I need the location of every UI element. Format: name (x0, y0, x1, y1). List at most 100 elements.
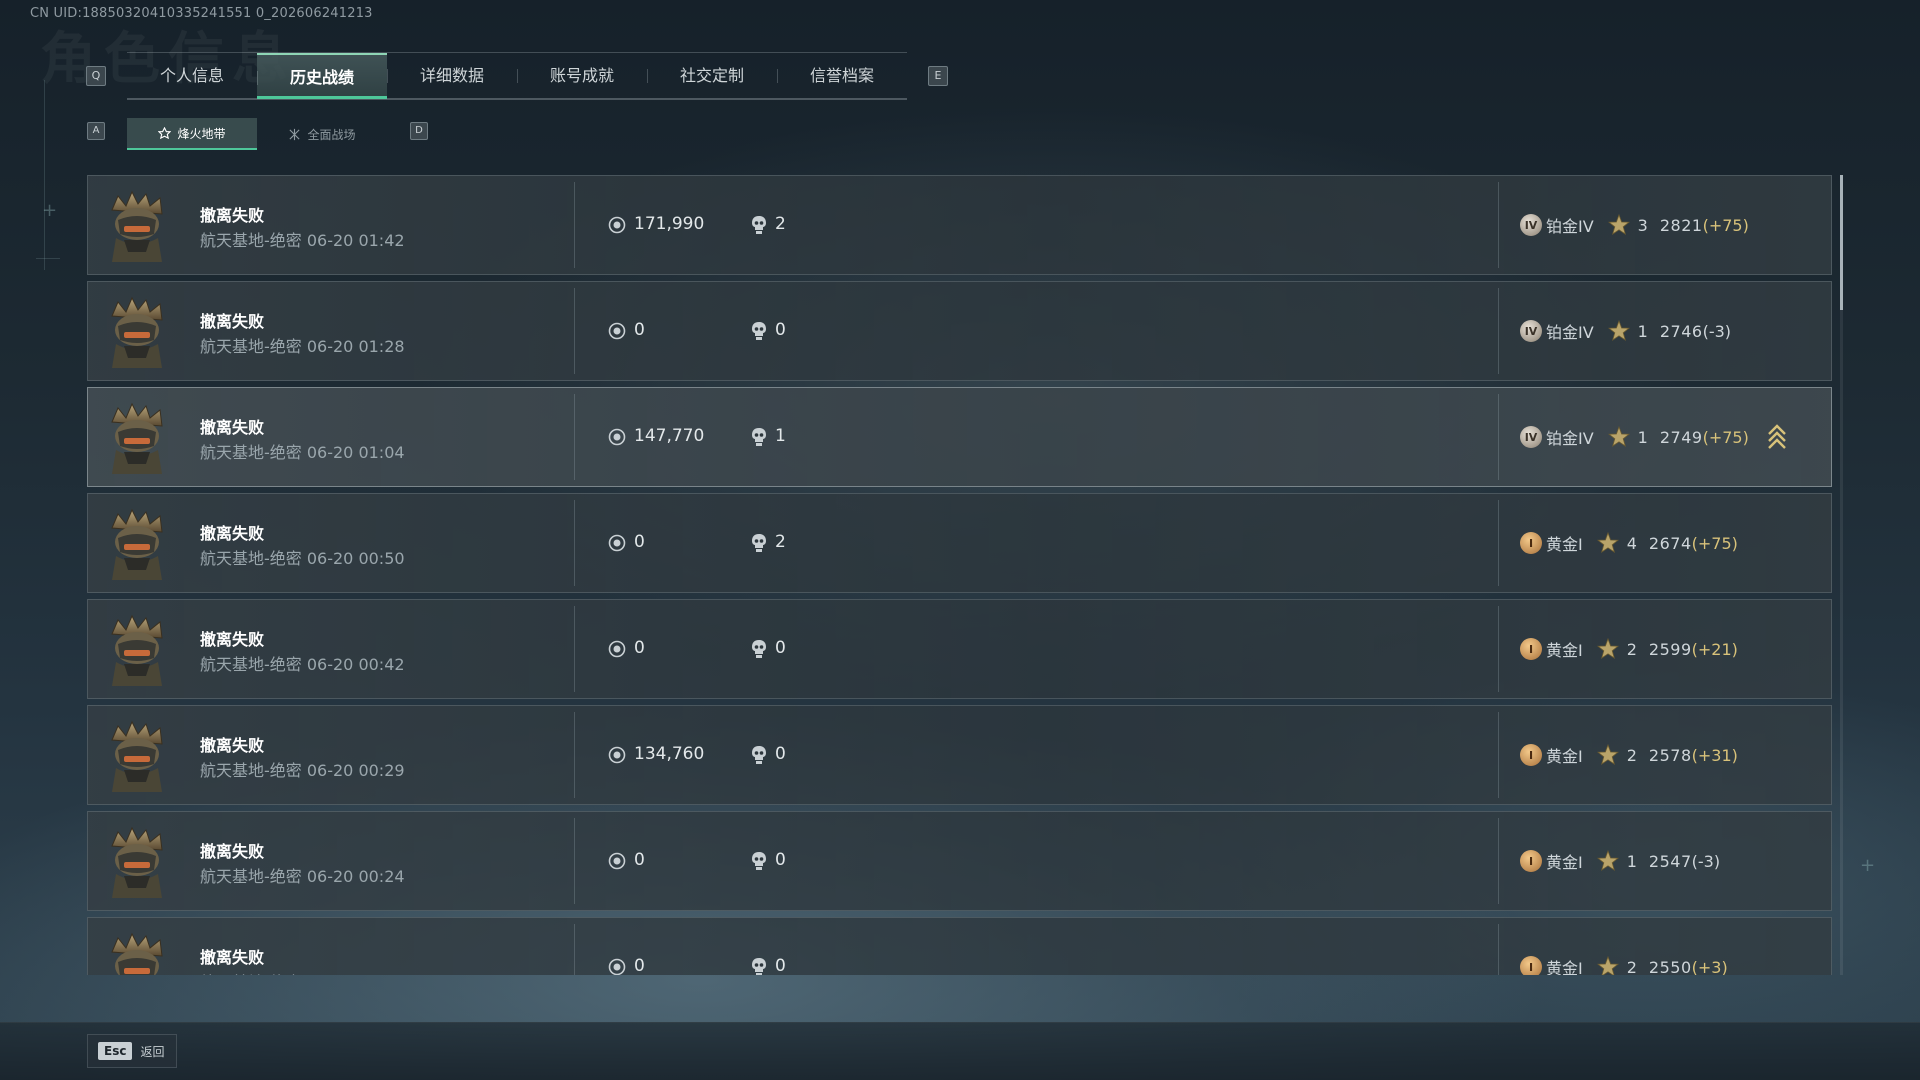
loot-value: 171,990 (634, 214, 705, 234)
rank-info: I 黄金I 2 2550 (+3) (1520, 954, 1728, 975)
subtab-prev-key[interactable]: A (87, 122, 105, 140)
subtab-next-key[interactable]: D (410, 122, 428, 140)
rank-score: 2674 (1648, 533, 1692, 553)
row-divider (1498, 818, 1499, 904)
kill-skull-icon (752, 322, 766, 340)
rank-score: 2749 (1659, 427, 1703, 447)
operator-avatar-icon (111, 826, 163, 898)
mode-subtabs: 烽火地带 全面战场 (127, 118, 387, 150)
deco-plus: + (1860, 855, 1876, 876)
star-icon (1596, 744, 1619, 765)
tab-prev-key[interactable]: Q (86, 66, 106, 86)
match-record-row[interactable]: 撤离失败 航天基地-绝密 06-20 00:42 0 0 I 黄金I 2 259… (87, 599, 1832, 699)
rank-info: I 黄金I 2 2578 (+31) (1520, 742, 1738, 768)
rank-score: 2821 (1659, 215, 1703, 235)
extract-status: 撤离失败 (200, 630, 265, 649)
kill-count: 2 (775, 214, 786, 234)
star-count: 2 (1626, 745, 1637, 765)
map-and-time: 航天基地-绝密 06-20 00:42 (200, 655, 405, 674)
tab-match-history[interactable]: 历史战绩 (257, 53, 387, 99)
rank-info: I 黄金I 1 2547 (-3) (1520, 848, 1720, 874)
rank-name: 铂金IV (1546, 217, 1594, 236)
bottom-bar (0, 1022, 1920, 1080)
kill-count: 2 (775, 532, 786, 552)
row-divider (1498, 182, 1499, 268)
match-record-row[interactable]: 撤离失败 航天基地-绝密 06-19 23:40 0 0 I 黄金I 2 (87, 917, 1832, 975)
extract-status: 撤离失败 (200, 948, 265, 967)
loot-value: 0 (634, 532, 645, 552)
map-and-time: 航天基地-绝密 06-20 00:24 (200, 867, 405, 886)
row-divider (1498, 712, 1499, 798)
operator-avatar-icon (111, 932, 163, 975)
tab-label: 历史战绩 (289, 68, 354, 87)
rank-info: I 黄金I 2 2599 (+21) (1520, 636, 1738, 662)
match-record-row[interactable]: 撤离失败 航天基地-绝密 06-20 00:50 0 2 I 黄金I 4 267… (87, 493, 1832, 593)
row-divider (1498, 606, 1499, 692)
tab-label: 信誉档案 (809, 66, 874, 85)
extract-status: 撤离失败 (200, 206, 265, 225)
tab-reputation[interactable]: 信誉档案 (777, 53, 907, 99)
map-and-time: 航天基地-绝密 06-20 01:42 (200, 231, 405, 250)
loot-value: 134,760 (634, 744, 705, 764)
score-delta: (+21) (1691, 639, 1738, 659)
operator-avatar-icon (111, 614, 163, 686)
rank-info: IV 铂金IV 1 2746 (-3) (1520, 318, 1731, 344)
map-and-time: 航天基地-绝密 06-20 01:04 (200, 443, 405, 462)
rank-info: IV 铂金IV 3 2821 (+75) (1520, 212, 1749, 238)
value-coin-icon (608, 216, 626, 234)
match-history-list[interactable]: 撤离失败 航天基地-绝密 06-20 01:42 171,990 2 IV 铂金… (87, 175, 1832, 975)
rank-name: 黄金I (1546, 641, 1583, 660)
tab-next-key[interactable]: E (928, 66, 948, 86)
tab-personal-info[interactable]: 个人信息 (127, 53, 257, 99)
rank-badge-icon: I (1520, 638, 1542, 660)
match-record-row[interactable]: 撤离失败 航天基地-绝密 06-20 01:04 147,770 1 IV 铂金… (87, 387, 1832, 487)
deco-line (44, 80, 45, 270)
deco-plus: + (42, 200, 58, 221)
extract-status: 撤离失败 (200, 524, 265, 543)
kill-count: 0 (775, 744, 786, 764)
rank-badge-icon: I (1520, 850, 1542, 872)
rank-info: I 黄金I 4 2674 (+75) (1520, 530, 1738, 556)
subtab-label: 烽火地带 (177, 126, 226, 141)
rank-up-chevron-icon (1767, 424, 1786, 449)
loot-value: 0 (634, 850, 645, 870)
score-delta: (+75) (1691, 533, 1738, 553)
match-record-row[interactable]: 撤离失败 航天基地-绝密 06-20 00:29 134,760 0 I 黄金I… (87, 705, 1832, 805)
subtab-battlefield[interactable]: 全面战场 (257, 118, 387, 150)
match-record-row[interactable]: 撤离失败 航天基地-绝密 06-20 00:24 0 0 I 黄金I 1 254… (87, 811, 1832, 911)
rank-badge-icon: IV (1520, 320, 1542, 342)
score-delta: (+75) (1702, 427, 1749, 447)
kill-count: 0 (775, 850, 786, 870)
row-divider (574, 500, 575, 586)
star-icon (1607, 320, 1630, 341)
rank-badge-icon: IV (1520, 426, 1542, 448)
match-record-row[interactable]: 撤离失败 航天基地-绝密 06-20 01:28 0 0 IV 铂金IV 1 2… (87, 281, 1832, 381)
tab-social[interactable]: 社交定制 (647, 53, 777, 99)
row-divider (1498, 394, 1499, 480)
back-button[interactable]: Esc 返回 (87, 1034, 178, 1068)
scrollbar-thumb[interactable] (1840, 175, 1843, 310)
battlefield-icon (289, 128, 301, 140)
row-divider (1498, 288, 1499, 374)
star-icon (1596, 638, 1619, 659)
tab-detailed-data[interactable]: 详细数据 (387, 53, 517, 99)
rank-score: 2550 (1648, 957, 1692, 976)
value-coin-icon (608, 852, 626, 870)
score-delta: (+3) (1691, 957, 1728, 976)
subtab-fire-zone[interactable]: 烽火地带 (127, 118, 257, 150)
row-divider (574, 712, 575, 798)
rank-score: 2578 (1648, 745, 1692, 765)
back-label: 返回 (140, 1044, 165, 1059)
score-delta: (+31) (1691, 745, 1738, 765)
kill-count: 0 (775, 956, 786, 975)
row-divider (574, 606, 575, 692)
star-count: 1 (1626, 851, 1637, 871)
match-record-row[interactable]: 撤离失败 航天基地-绝密 06-20 01:42 171,990 2 IV 铂金… (87, 175, 1832, 275)
rank-name: 黄金I (1546, 853, 1583, 872)
tab-achievements[interactable]: 账号成就 (517, 53, 647, 99)
rank-badge-icon: I (1520, 532, 1542, 554)
star-icon (1596, 532, 1619, 553)
tab-label: 个人信息 (159, 66, 224, 85)
rank-badge-icon: IV (1520, 214, 1542, 236)
loot-value: 147,770 (634, 426, 705, 446)
